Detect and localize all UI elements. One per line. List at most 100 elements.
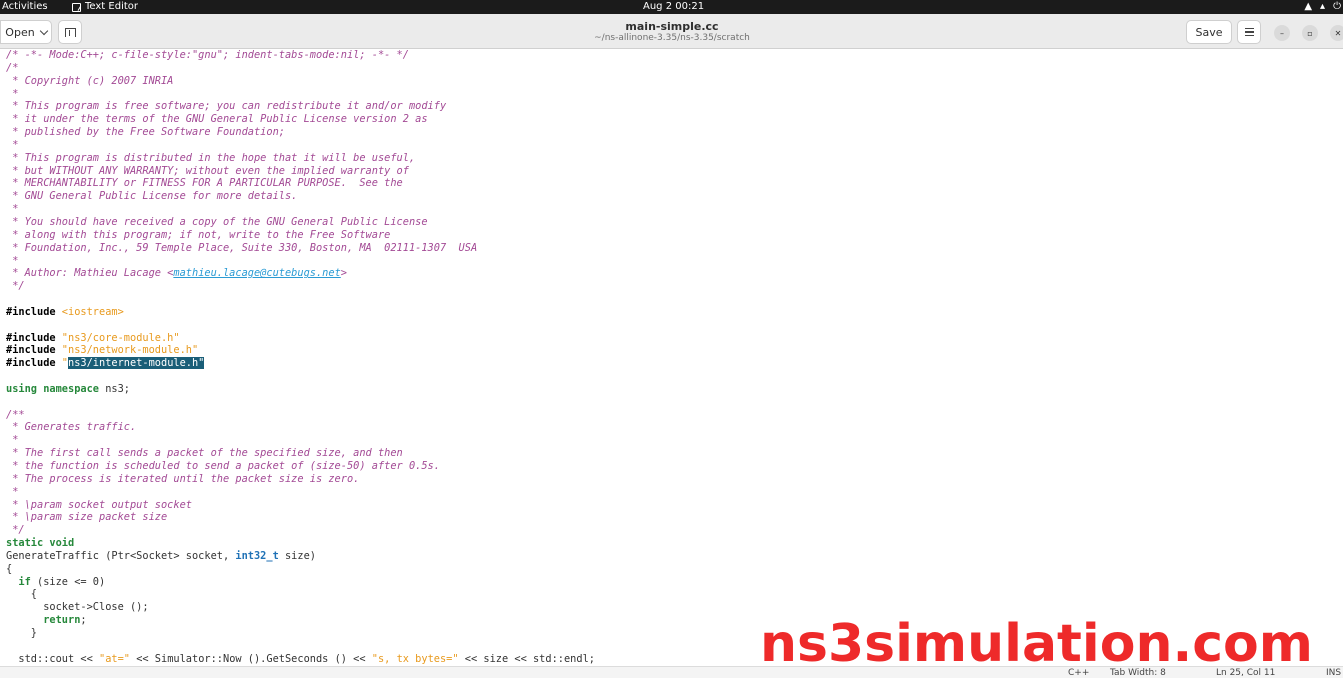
code-line[interactable]: * — [6, 486, 595, 499]
code-token: /** — [6, 408, 25, 421]
code-line[interactable]: */ — [6, 280, 595, 293]
code-line[interactable]: * Copyright (c) 2007 INRIA — [6, 75, 595, 88]
code-token: GenerateTraffic (Ptr<Socket> socket, — [6, 549, 236, 562]
code-line[interactable]: if (size <= 0) — [6, 576, 595, 589]
code-line[interactable] — [6, 396, 595, 409]
code-line[interactable]: #include "ns3/core-module.h" — [6, 332, 595, 345]
code-editor[interactable]: /* -*- Mode:C++; c-file-style:"gnu"; ind… — [0, 49, 1343, 666]
code-line[interactable]: * Author: Mathieu Lacage <mathieu.lacage… — [6, 267, 595, 280]
code-line[interactable]: /** — [6, 409, 595, 422]
code-token: { — [6, 588, 37, 601]
minimize-button[interactable]: – — [1274, 25, 1290, 41]
code-line[interactable]: #include <iostream> — [6, 306, 595, 319]
code-line[interactable] — [6, 370, 595, 383]
system-tray[interactable]: ▲ ▴ ⏻ — [1304, 0, 1343, 14]
code-token: * — [6, 254, 19, 267]
code-line[interactable]: std::cout << "at=" << Simulator::Now ().… — [6, 653, 595, 666]
code-line[interactable]: * published by the Free Software Foundat… — [6, 126, 595, 139]
code-token: * You should have received a copy of the… — [6, 215, 428, 228]
code-line[interactable]: * but WITHOUT ANY WARRANTY; without even… — [6, 165, 595, 178]
code-token: /* — [6, 61, 19, 74]
code-line[interactable]: /* — [6, 62, 595, 75]
code-line[interactable]: * \param socket output socket — [6, 499, 595, 512]
code-line[interactable]: * — [6, 139, 595, 152]
code-text[interactable]: /* -*- Mode:C++; c-file-style:"gnu"; ind… — [6, 49, 595, 666]
code-token: * \param socket output socket — [6, 498, 192, 511]
code-token: * — [6, 485, 19, 498]
code-token: * MERCHANTABILITY or FITNESS FOR A PARTI… — [6, 177, 403, 190]
code-line[interactable]: * The process is iterated until the pack… — [6, 473, 595, 486]
save-button[interactable]: Save — [1186, 20, 1232, 44]
code-line[interactable]: * Generates traffic. — [6, 421, 595, 434]
code-token: ns3; — [99, 382, 130, 395]
open-button[interactable]: Open — [0, 20, 52, 44]
system-top-bar: Activities Text Editor Aug 2 00:21 ▲ ▴ ⏻ — [0, 0, 1343, 14]
document-path: ~/ns-allinone-3.35/ns-3.35/scratch — [594, 33, 750, 43]
code-line[interactable]: * This program is free software; you can… — [6, 100, 595, 113]
code-line[interactable]: GenerateTraffic (Ptr<Socket> socket, int… — [6, 550, 595, 563]
window-title: main-simple.cc ~/ns-allinone-3.35/ns-3.3… — [500, 20, 844, 44]
code-line[interactable]: { — [6, 588, 595, 601]
code-token: * GNU General Public License for more de… — [6, 190, 298, 203]
code-line[interactable]: * — [6, 88, 595, 101]
code-line[interactable]: /* -*- Mode:C++; c-file-style:"gnu"; ind… — [6, 49, 595, 62]
close-button[interactable]: ✕ — [1330, 25, 1343, 41]
code-line[interactable]: * Foundation, Inc., 59 Temple Place, Sui… — [6, 242, 595, 255]
code-line[interactable]: * — [6, 203, 595, 216]
code-line[interactable]: * it under the terms of the GNU General … — [6, 113, 595, 126]
code-line[interactable]: * You should have received a copy of the… — [6, 216, 595, 229]
code-line[interactable]: { — [6, 563, 595, 576]
clock[interactable]: Aug 2 00:21 — [643, 0, 704, 14]
code-token: */ — [6, 280, 25, 293]
code-token: "ns3/core-module.h" — [61, 331, 180, 344]
code-line[interactable] — [6, 319, 595, 332]
code-line[interactable] — [6, 640, 595, 653]
code-token: * but WITHOUT ANY WARRANTY; without even… — [6, 164, 409, 177]
code-token: if — [18, 575, 31, 588]
code-token: * published by the Free Software Foundat… — [6, 126, 285, 139]
maximize-button[interactable]: ▫ — [1302, 25, 1318, 41]
code-token: int32_t — [235, 549, 279, 562]
code-line[interactable]: #include "ns3/internet-module.h" — [6, 357, 595, 370]
code-line[interactable]: * along with this program; if not, write… — [6, 229, 595, 242]
new-tab-button[interactable] — [58, 20, 82, 44]
code-token: std::cout << — [6, 652, 99, 665]
activities-button[interactable]: Activities — [2, 0, 48, 14]
code-line[interactable]: * \param size packet size — [6, 511, 595, 524]
code-line[interactable]: * — [6, 255, 595, 268]
code-token: * \param size packet size — [6, 511, 168, 524]
code-token: } — [6, 626, 37, 639]
code-line[interactable]: */ — [6, 524, 595, 537]
app-menu[interactable]: Text Editor — [72, 0, 138, 14]
code-token: using namespace — [6, 382, 99, 395]
code-line[interactable]: * This program is distributed in the hop… — [6, 152, 595, 165]
code-line[interactable]: using namespace ns3; — [6, 383, 595, 396]
code-line[interactable]: * — [6, 434, 595, 447]
code-line[interactable]: } — [6, 627, 595, 640]
code-token: (size <= 0) — [30, 575, 106, 588]
code-token: * The process is iterated until the pack… — [6, 472, 360, 485]
code-line[interactable]: socket->Close (); — [6, 601, 595, 614]
code-line[interactable]: static void — [6, 537, 595, 550]
code-line[interactable] — [6, 293, 595, 306]
code-line[interactable]: * The first call sends a packet of the s… — [6, 447, 595, 460]
code-line[interactable]: * the function is scheduled to send a pa… — [6, 460, 595, 473]
code-token: * Copyright (c) 2007 INRIA — [6, 74, 174, 87]
code-token: << size << std::endl; — [458, 652, 595, 665]
code-token: "s, tx bytes=" — [371, 652, 459, 665]
main-menu-button[interactable] — [1237, 20, 1261, 44]
code-token: * Foundation, Inc., 59 Temple Place, Sui… — [6, 241, 478, 254]
code-line[interactable]: return; — [6, 614, 595, 627]
code-token: * — [6, 138, 19, 151]
code-line[interactable]: * MERCHANTABILITY or FITNESS FOR A PARTI… — [6, 177, 595, 190]
chevron-down-icon — [39, 26, 48, 35]
code-line[interactable]: #include "ns3/network-module.h" — [6, 344, 595, 357]
code-token: * — [6, 203, 19, 216]
maximize-icon: ▫ — [1307, 28, 1313, 38]
email-link[interactable]: mathieu.lacage@cutebugs.net — [173, 267, 340, 279]
code-token: { — [6, 562, 13, 575]
minimize-icon: – — [1280, 28, 1284, 38]
open-label: Open — [5, 25, 35, 39]
code-line[interactable]: * GNU General Public License for more de… — [6, 190, 595, 203]
hamburger-icon — [1244, 27, 1254, 30]
